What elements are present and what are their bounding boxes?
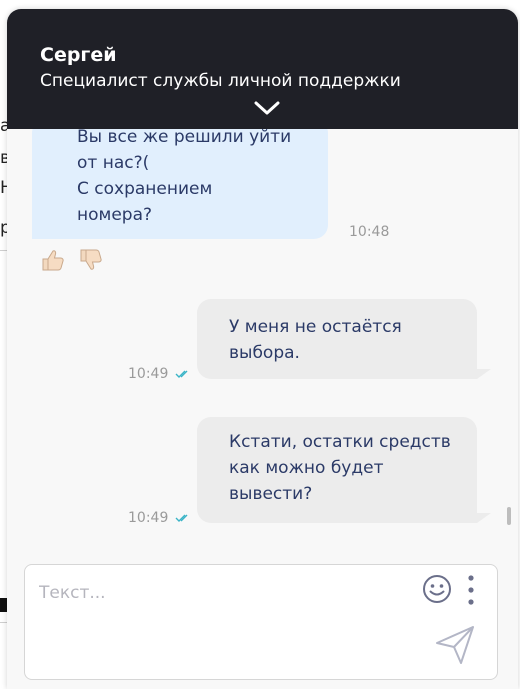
message-time: 10:49	[128, 366, 169, 382]
send-icon[interactable]	[433, 623, 477, 667]
outgoing-message: Кстати, остатки средств как можно будет …	[197, 417, 477, 523]
agent-name: Сергей	[40, 44, 117, 66]
thumbs-down-icon[interactable]	[78, 247, 104, 273]
chat-header: Сергей Специалист службы личной поддержк…	[7, 9, 518, 129]
double-check-icon	[175, 370, 188, 378]
outgoing-message: У меня не остаётся выбора.	[197, 299, 477, 379]
chevron-down-icon[interactable]	[253, 98, 281, 118]
message-list[interactable]: Вы все же решили уйти от нас?( С сохране…	[7, 129, 518, 524]
bubble-tail	[477, 369, 491, 379]
incoming-message: Вы все же решили уйти от нас?( С сохране…	[32, 129, 328, 239]
message-text: У меня не остаётся выбора.	[229, 317, 402, 363]
message-time: 10:49	[128, 510, 169, 524]
agent-role: Специалист службы личной поддержки	[40, 71, 401, 91]
bubble-tail	[477, 513, 491, 523]
scrollbar-thumb[interactable]	[507, 507, 511, 525]
double-check-icon	[175, 514, 188, 522]
message-input[interactable]	[37, 577, 421, 609]
emoji-icon[interactable]	[422, 574, 452, 604]
message-text: Вы все же решили уйти от нас?( С сохране…	[77, 129, 292, 225]
message-composer	[24, 564, 498, 680]
message-text: Кстати, остатки средств как можно будет …	[229, 432, 451, 504]
thumbs-up-icon[interactable]	[40, 247, 66, 273]
message-time: 10:48	[349, 224, 390, 240]
chat-widget: Сергей Специалист службы личной поддержк…	[7, 9, 518, 689]
more-options-icon[interactable]	[466, 574, 476, 606]
